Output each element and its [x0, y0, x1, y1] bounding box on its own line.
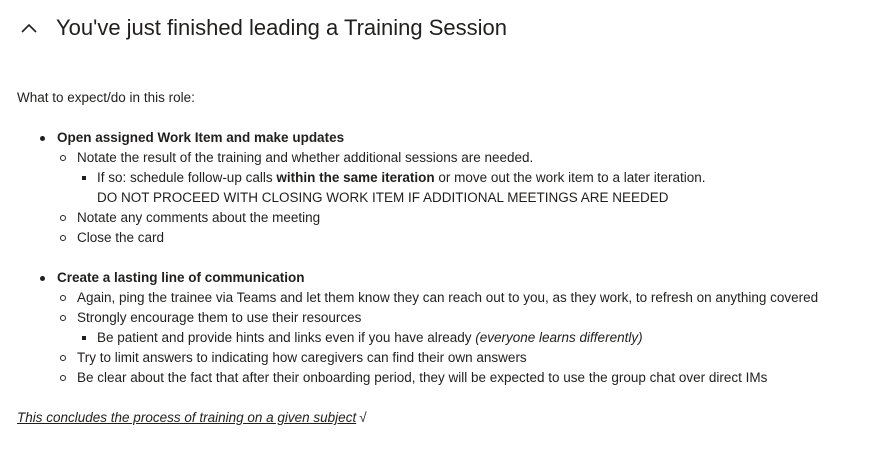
conclusion-note: This concludes the process of training o…: [17, 408, 883, 428]
page-title: You've just finished leading a Training …: [56, 15, 508, 40]
list-item: Be clear about the fact that after their…: [57, 368, 883, 388]
section-header: You've just finished leading a Training …: [18, 12, 507, 44]
warning-text: DO NOT PROCEED WITH CLOSING WORK ITEM IF…: [97, 190, 669, 205]
steps-list: Open assigned Work Item and make updates…: [17, 128, 883, 388]
chevron-up-icon[interactable]: [18, 17, 40, 39]
list-item: Open assigned Work Item and make updates…: [17, 128, 883, 248]
list-item: Close the card: [57, 228, 883, 248]
list-item: If so: schedule follow-up calls within t…: [77, 168, 883, 208]
list-item: Strongly encourage them to use their res…: [57, 308, 883, 348]
content-body: What to expect/do in this role: Open ass…: [17, 88, 883, 428]
list-item: Notate any comments about the meeting: [57, 208, 883, 228]
section-heading: Open assigned Work Item and make updates: [57, 130, 345, 145]
list-item: Notate the result of the training and wh…: [57, 148, 883, 208]
checkmark: √: [359, 410, 367, 425]
list-item: Try to limit answers to indicating how c…: [57, 348, 883, 368]
list-item: Again, ping the trainee via Teams and le…: [57, 288, 883, 308]
intro-text: What to expect/do in this role:: [17, 90, 195, 105]
section-heading: Create a lasting line of communication: [57, 270, 305, 285]
list-item: Be patient and provide hints and links e…: [77, 328, 883, 348]
list-item: Create a lasting line of communication A…: [17, 268, 883, 388]
